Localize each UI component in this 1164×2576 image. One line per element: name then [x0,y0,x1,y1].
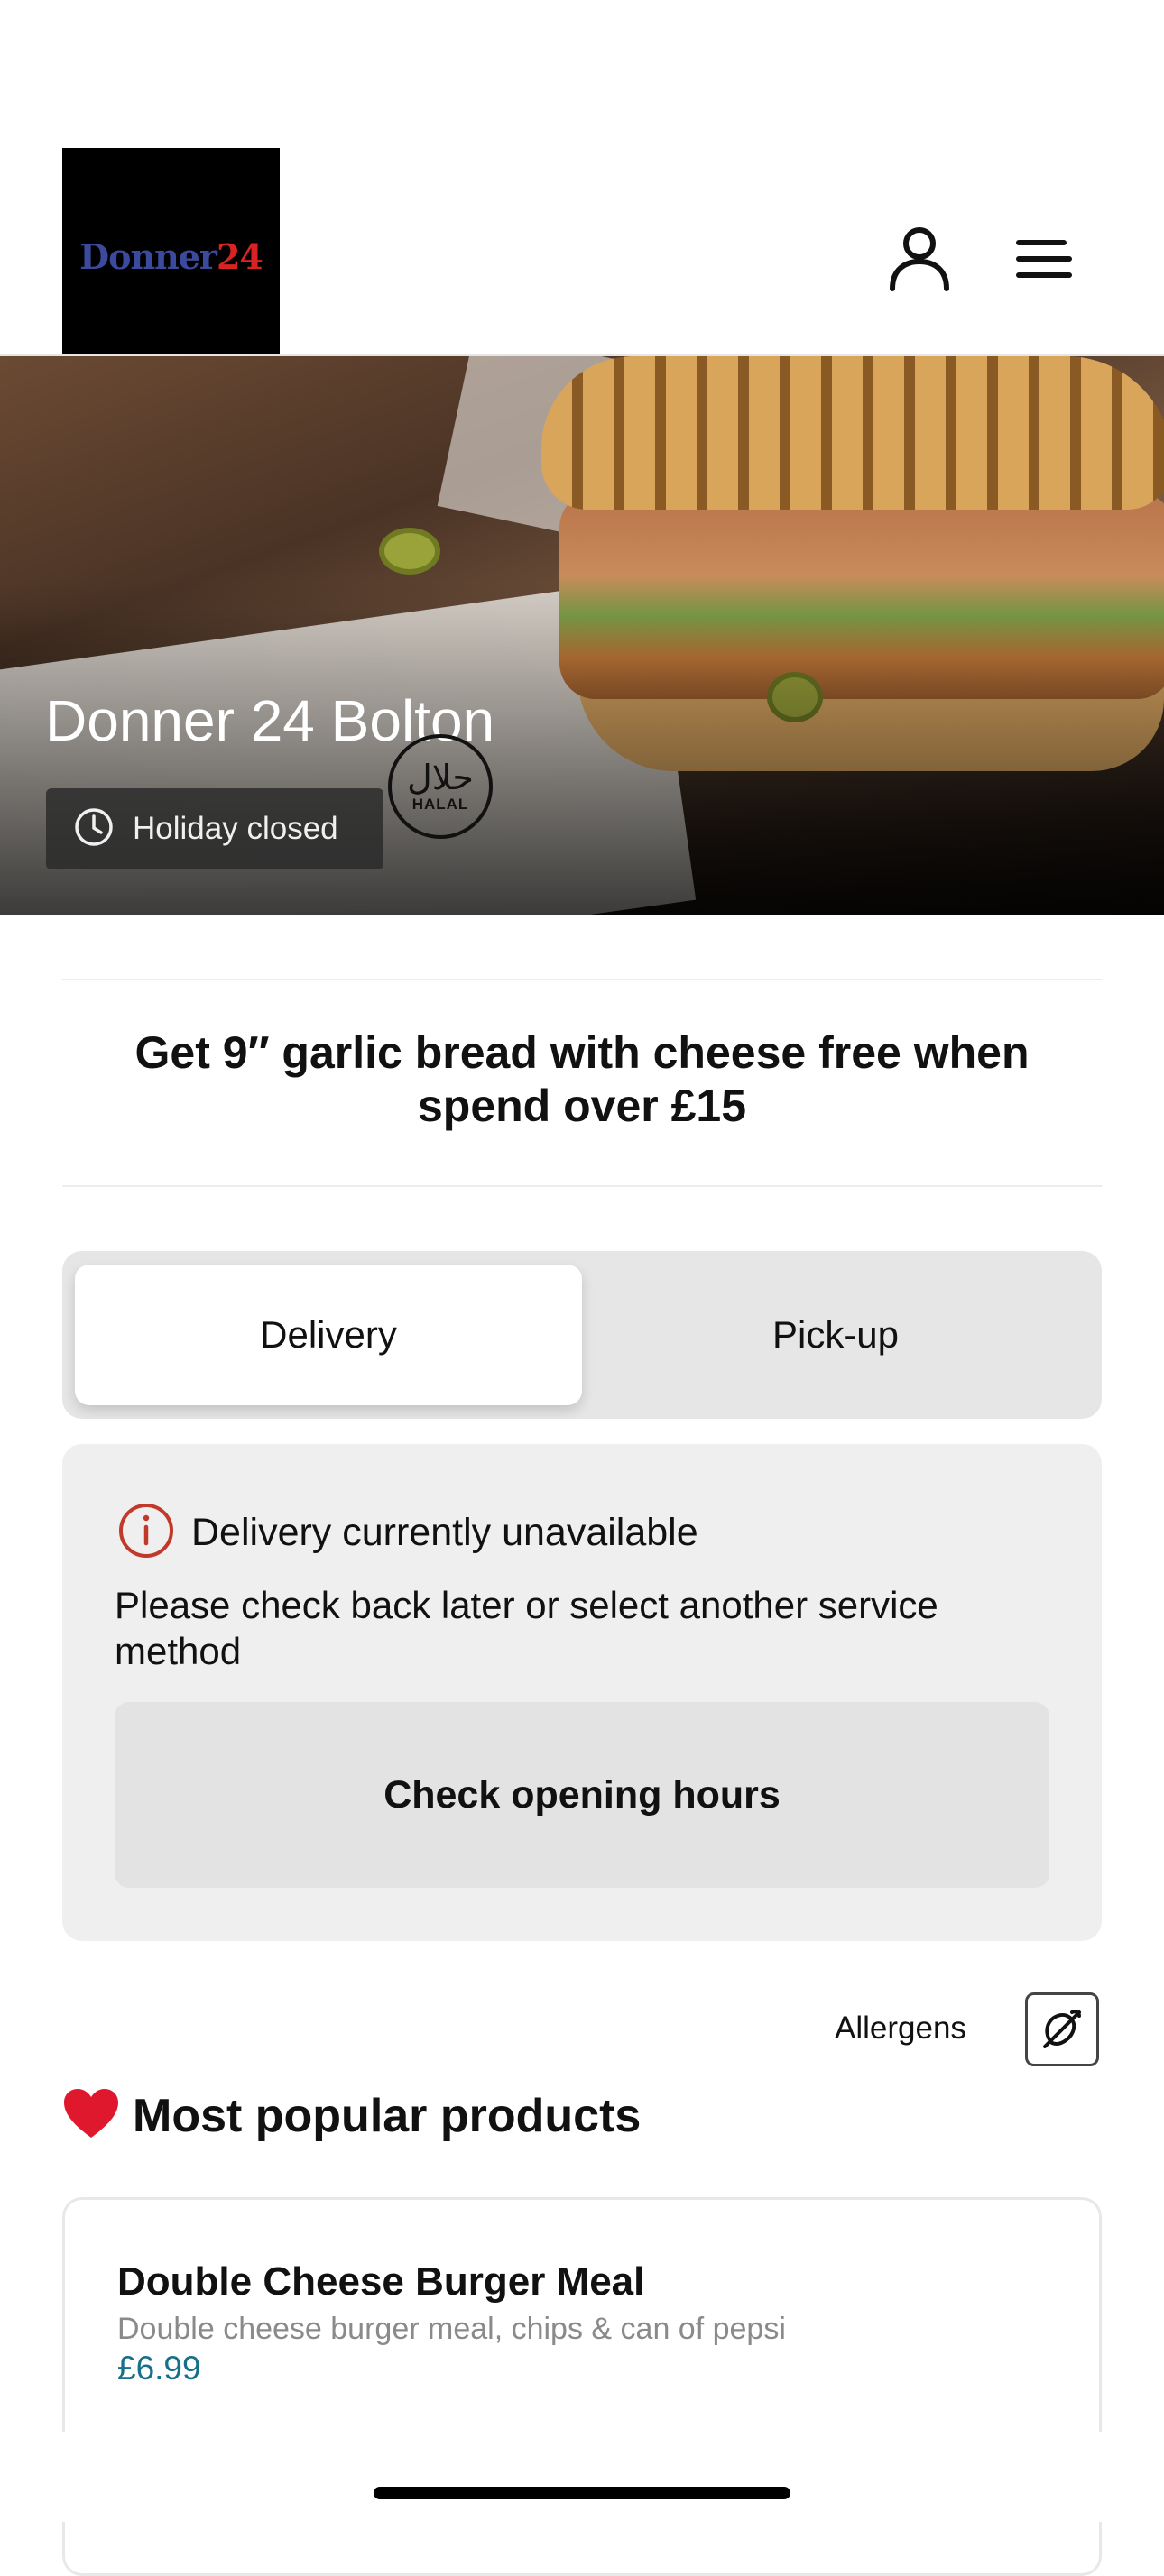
delivery-unavailable-card: Delivery currently unavailable Please ch… [62,1444,1102,1941]
unavailable-message: Please check back later or select anothe… [115,1584,938,1672]
allergens-label[interactable]: Allergens [835,2010,966,2047]
allergen-icon[interactable] [1025,1992,1099,2066]
status-text: Holiday closed [133,811,338,846]
service-toggle: Delivery Pick-up [62,1251,1102,1419]
popular-header: Most popular products [62,2087,641,2144]
halal-label: HALAL [411,796,469,813]
clock-icon [73,806,115,852]
logo-text-part2: 24 [216,236,263,277]
pickup-tab[interactable]: Pick-up [582,1265,1089,1405]
logo-text-part1: Donner [79,236,217,277]
promo-divider-bottom [62,1185,1102,1187]
home-indicator[interactable] [374,2487,790,2499]
user-icon[interactable] [881,220,958,298]
brand-logo[interactable]: Donner24 [62,148,280,365]
unavailable-title: Delivery currently unavailable [191,1511,698,1554]
promo-divider-top [62,979,1102,980]
check-opening-hours-button[interactable]: Check opening hours [115,1702,1049,1888]
status-badge: Holiday closed [46,788,383,869]
product-description: Double cheese burger meal, chips & can o… [117,2312,786,2346]
product-price: £6.99 [117,2350,201,2387]
menu-icon[interactable] [1005,220,1083,298]
delivery-tab[interactable]: Delivery [75,1265,582,1405]
heart-icon [62,2087,120,2144]
halal-arabic-text: حلال [407,758,474,797]
info-icon [117,1502,175,1564]
unavailable-header: Delivery currently unavailable [117,1502,698,1564]
popular-title: Most popular products [133,2089,642,2142]
product-name: Double Cheese Burger Meal [117,2259,645,2304]
promo-text: Get 9″ garlic bread with cheese free whe… [134,1027,1030,1131]
logo-text: Donner24 [79,236,263,277]
bottom-safe-area [0,2432,1164,2522]
halal-badge: حلال HALAL [388,734,493,839]
